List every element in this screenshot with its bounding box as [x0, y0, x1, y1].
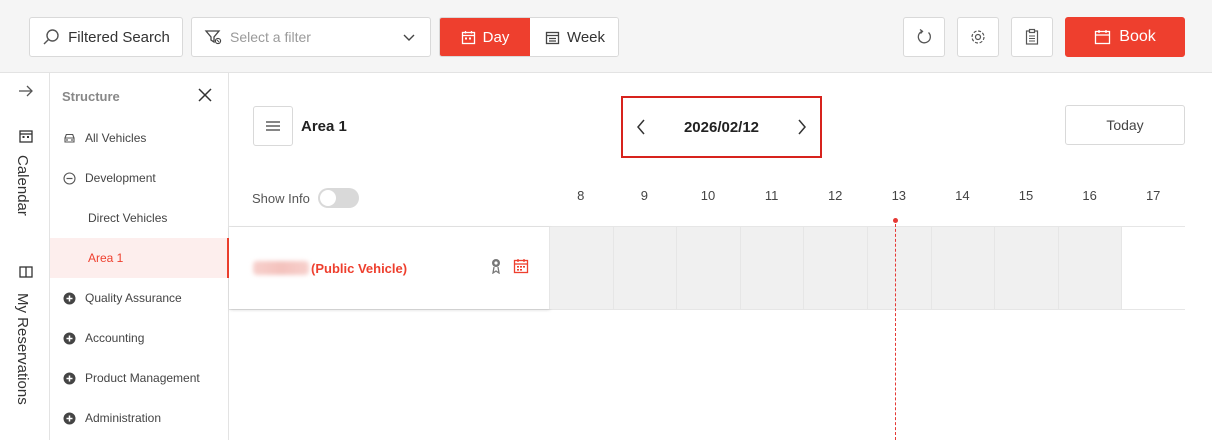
time-slot[interactable]	[994, 227, 1058, 309]
plus-circle-icon	[62, 371, 76, 385]
car-icon	[62, 131, 76, 145]
refresh-icon	[917, 28, 931, 44]
menu-button[interactable]	[253, 106, 293, 146]
hour-label: 16	[1082, 188, 1097, 203]
show-info-toggle[interactable]	[317, 188, 359, 208]
time-slot[interactable]	[803, 227, 867, 309]
hour-label: 10	[700, 188, 716, 203]
hour-label: 9	[640, 188, 648, 203]
tree-item-direct-vehicles[interactable]: Direct Vehicles	[50, 198, 229, 238]
settings-button[interactable]	[957, 17, 999, 57]
show-info-control: Show Info	[252, 188, 359, 208]
vehicle-row: (Public Vehicle)	[229, 226, 1185, 310]
tree-item-product-management[interactable]: Product Management	[50, 358, 229, 398]
plus-circle-icon	[62, 331, 76, 345]
vehicle-calendar-icon[interactable]	[513, 258, 529, 274]
main-schedule: Area 1 2026/02/12 Today Show Info 8 9 10…	[229, 73, 1212, 440]
next-day-button[interactable]	[796, 118, 808, 136]
time-slot[interactable]	[739, 227, 804, 309]
hamburger-icon	[266, 121, 280, 131]
tree-item-quality-assurance[interactable]: Quality Assurance	[50, 278, 229, 318]
view-mode-toggle: Day Week	[439, 17, 619, 57]
filter-placeholder: Select a filter	[230, 29, 311, 45]
show-info-label: Show Info	[252, 190, 310, 206]
hour-label: 14	[955, 188, 970, 203]
chevron-left-icon	[637, 119, 645, 135]
filtered-search-label: Filtered Search	[68, 28, 170, 46]
week-label: Week	[566, 28, 606, 46]
minus-circle-icon	[62, 171, 76, 185]
tree-item-label: Quality Assurance	[85, 291, 182, 305]
hour-label: 12	[827, 188, 843, 203]
expand-arrow-icon[interactable]	[18, 83, 34, 99]
tree-item-label: Accounting	[85, 331, 145, 345]
date-navigator: 2026/02/12	[621, 96, 822, 158]
hour-label: 17	[1145, 188, 1161, 203]
close-icon[interactable]	[197, 87, 213, 103]
refresh-button[interactable]	[903, 17, 945, 57]
plus-circle-icon	[62, 291, 76, 305]
vehicle-name: (Public Vehicle)	[311, 260, 408, 276]
top-toolbar: Filtered Search Select a filter Day Week…	[0, 0, 1212, 73]
tree-item-label: Product Management	[85, 371, 200, 385]
today-button[interactable]: Today	[1065, 105, 1185, 145]
today-label: Today	[1106, 117, 1144, 133]
time-slot[interactable]	[930, 227, 995, 309]
redacted-vehicle-id	[253, 261, 309, 275]
day-view-button[interactable]: Day	[440, 18, 530, 56]
book-label: Book	[1119, 28, 1156, 45]
previous-day-button[interactable]	[635, 118, 647, 136]
hour-label: 8	[577, 188, 585, 203]
tree-item-development[interactable]: Development	[50, 158, 229, 198]
calendar-icon[interactable]	[19, 129, 33, 143]
structure-title: Structure	[62, 89, 120, 104]
tree-item-all-vehicles[interactable]: All Vehicles	[50, 118, 229, 158]
plus-circle-icon	[62, 411, 76, 425]
tree-item-area-1[interactable]: Area 1	[50, 238, 229, 278]
day-label: Day	[482, 28, 510, 46]
hour-label: 11	[764, 188, 779, 203]
area-title: Area 1	[301, 118, 347, 135]
vehicle-row-label[interactable]: (Public Vehicle)	[229, 227, 549, 309]
search-icon	[43, 29, 59, 45]
hour-header: 8 9 10 11 12 13 14 15 16 17	[549, 188, 1185, 208]
calendar-nav-label[interactable]: Calendar	[14, 155, 31, 216]
clipboard-button[interactable]	[1011, 17, 1053, 57]
tree-item-label: Development	[85, 171, 156, 185]
filter-icon	[204, 30, 222, 45]
calendar-day-icon	[461, 30, 475, 44]
calendar-week-icon	[545, 31, 560, 44]
book-calendar-icon	[1095, 29, 1111, 44]
vehicle-info-icon[interactable]	[489, 258, 503, 274]
tree-item-label: Area 1	[88, 251, 124, 265]
chevron-down-icon	[403, 34, 415, 41]
time-slot[interactable]	[1057, 227, 1122, 309]
my-reservations-nav-label[interactable]: My Reservations	[14, 293, 31, 405]
time-slot[interactable]	[676, 227, 740, 309]
tree-item-label: All Vehicles	[85, 131, 147, 145]
filtered-search-button[interactable]: Filtered Search	[29, 17, 183, 57]
gear-icon	[971, 30, 985, 44]
hour-label: 13	[891, 188, 907, 203]
clipboard-icon	[1025, 28, 1039, 45]
time-slot[interactable]	[612, 227, 677, 309]
tree-item-label: Direct Vehicles	[88, 211, 168, 225]
time-slot[interactable]	[1121, 227, 1185, 309]
tree-item-administration[interactable]: Administration	[50, 398, 229, 438]
tree-item-accounting[interactable]: Accounting	[50, 318, 229, 358]
filter-select[interactable]: Select a filter	[191, 17, 431, 57]
structure-panel: Structure All Vehicles Development Direc…	[50, 73, 229, 440]
time-slot[interactable]	[549, 227, 613, 309]
book-open-icon[interactable]	[19, 265, 33, 279]
left-rail: Calendar My Reservations	[0, 73, 50, 440]
chevron-right-icon	[798, 119, 806, 135]
book-button[interactable]: Book	[1065, 17, 1185, 57]
time-slot[interactable]	[866, 227, 931, 309]
time-grid	[549, 227, 1185, 309]
current-time-line	[895, 219, 896, 440]
week-view-button[interactable]: Week	[530, 18, 618, 56]
tree-item-label: Administration	[85, 411, 162, 425]
current-date[interactable]: 2026/02/12	[684, 119, 759, 136]
hour-label: 15	[1018, 188, 1034, 203]
